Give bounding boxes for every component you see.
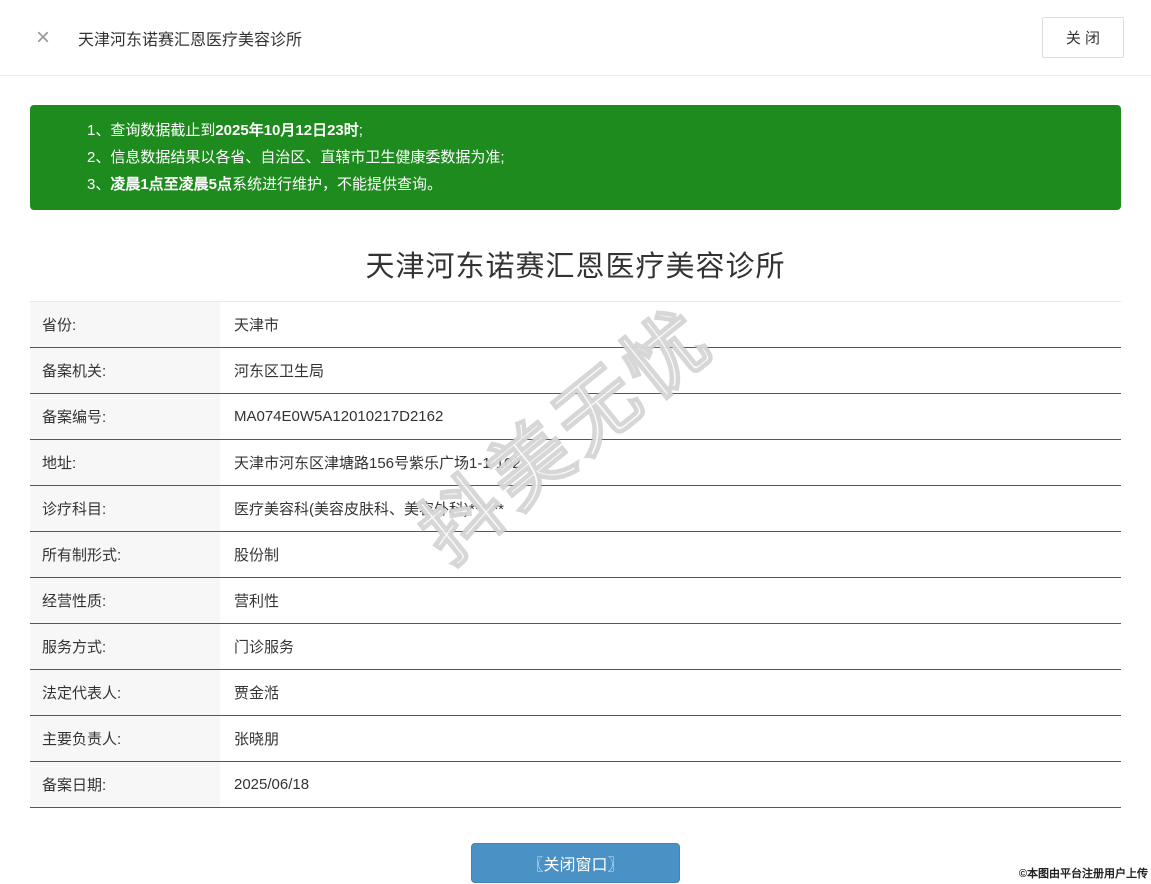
- row-label: 省份:: [30, 302, 220, 347]
- table-row: 主要负责人: 张晓朋: [30, 716, 1121, 762]
- row-label: 备案机关:: [30, 348, 220, 393]
- table-row: 诊疗科目: 医疗美容科(美容皮肤科、美容外科)******: [30, 486, 1121, 532]
- notice-line-2: 2、信息数据结果以各省、自治区、直辖市卫生健康委数据为准;: [87, 144, 1101, 171]
- table-row: 服务方式: 门诊服务: [30, 624, 1121, 670]
- row-value: 营利性: [234, 593, 280, 610]
- record-popup: × 天津河东诺赛汇恩医疗美容诊所 关 闭 1、查询数据截止到2025年10月12…: [0, 0, 1151, 884]
- row-label: 地址:: [30, 440, 220, 485]
- row-label: 主要负责人:: [30, 716, 220, 761]
- row-value: 2025/06/18: [234, 776, 310, 793]
- row-label: 诊疗科目:: [30, 486, 220, 531]
- row-label: 服务方式:: [30, 624, 220, 669]
- row-label: 经营性质:: [30, 578, 220, 623]
- top-bar: × 天津河东诺赛汇恩医疗美容诊所 关 闭: [0, 0, 1151, 76]
- row-value: 医疗美容科(美容皮肤科、美容外科)******: [234, 501, 505, 518]
- row-value: 贾金湉: [234, 685, 280, 702]
- row-value: MA074E0W5A12010217D2162: [234, 408, 444, 425]
- detail-table: 省份: 天津市 备案机关: 河东区卫生局 备案编号: MA074E0W5A120…: [30, 301, 1121, 808]
- row-value: 天津市河东区津塘路156号紫乐广场1-1-102: [234, 455, 521, 472]
- table-row: 备案编号: MA074E0W5A12010217D2162: [30, 394, 1121, 440]
- notice-text: 系统进行维护，不能提供查询。: [232, 176, 443, 193]
- close-icon[interactable]: ×: [36, 25, 50, 50]
- table-row: 备案日期: 2025/06/18: [30, 762, 1121, 808]
- row-label: 所有制形式:: [30, 532, 220, 577]
- row-value: 天津市: [234, 317, 280, 334]
- notice-line-1: 1、查询数据截止到2025年10月12日23时;: [87, 117, 1101, 144]
- close-button[interactable]: 关 闭: [1041, 17, 1124, 58]
- row-label: 备案日期:: [30, 762, 220, 807]
- upload-credit: ©本图由平台注册用户上传: [1018, 868, 1148, 880]
- table-row: 省份: 天津市: [30, 302, 1121, 348]
- row-value: 股份制: [234, 547, 280, 564]
- row-label: 法定代表人:: [30, 670, 220, 715]
- row-value: 河东区卫生局: [234, 363, 325, 380]
- table-row: 备案机关: 河东区卫生局: [30, 348, 1121, 394]
- notice-bold-text: 凌晨1点至凌晨5点: [110, 176, 233, 193]
- row-value: 门诊服务: [234, 639, 295, 656]
- notice-text: 1、查询数据截止到: [87, 122, 216, 139]
- table-row: 经营性质: 营利性: [30, 578, 1121, 624]
- table-row: 法定代表人: 贾金湉: [30, 670, 1121, 716]
- notice-text: ;: [358, 122, 363, 139]
- row-label: 备案编号:: [30, 394, 220, 439]
- notice-text: 3、: [87, 176, 111, 193]
- page-title: 天津河东诺赛汇恩医疗美容诊所: [365, 251, 786, 283]
- close-window-button[interactable]: 〖关闭窗口〗: [471, 843, 680, 883]
- notice-text: 2、信息数据结果以各省、自治区、直辖市卫生健康委数据为准;: [87, 149, 505, 166]
- table-row: 所有制形式: 股份制: [30, 532, 1121, 578]
- button-row: 〖关闭窗口〗: [0, 843, 1151, 883]
- notice-bold-text: 2025年10月12日23时: [215, 122, 359, 139]
- notice-banner: 1、查询数据截止到2025年10月12日23时; 2、信息数据结果以各省、自治区…: [30, 105, 1121, 210]
- notice-line-3: 3、凌晨1点至凌晨5点系统进行维护，不能提供查询。: [87, 171, 1101, 198]
- row-value: 张晓朋: [234, 731, 280, 748]
- table-row: 地址: 天津市河东区津塘路156号紫乐广场1-1-102: [30, 440, 1121, 486]
- window-title: 天津河东诺赛汇恩医疗美容诊所: [78, 31, 303, 49]
